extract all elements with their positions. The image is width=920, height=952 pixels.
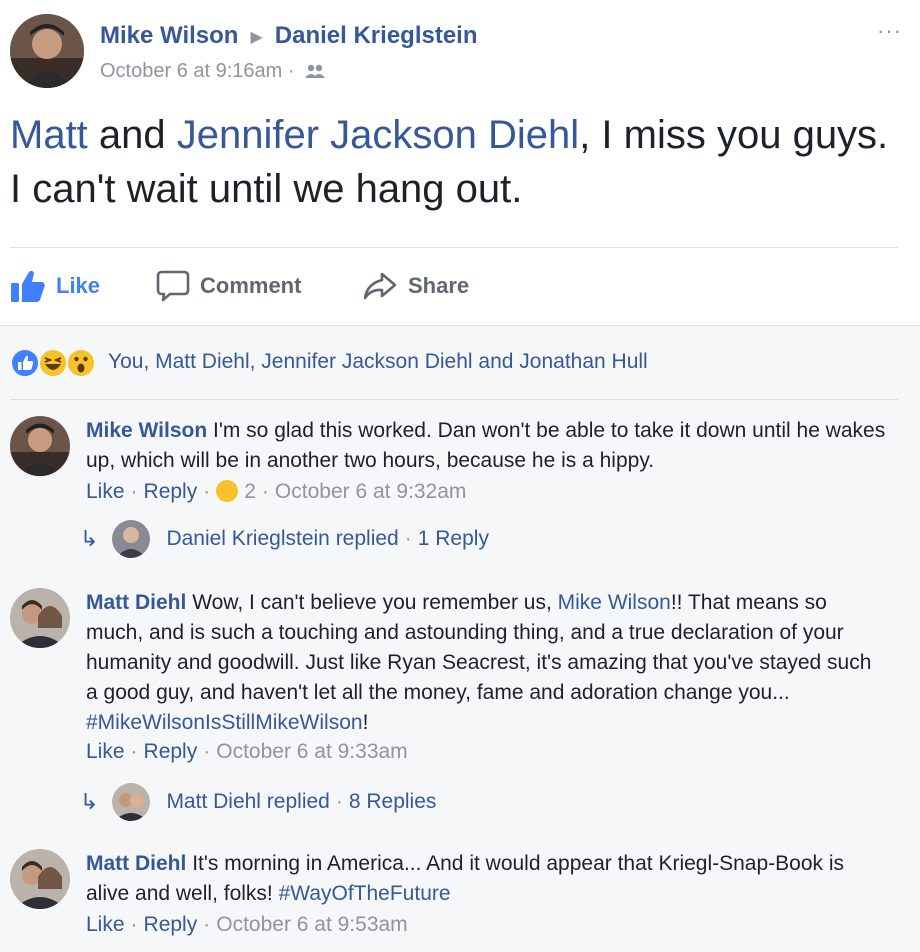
comment-text: ! (362, 711, 369, 734)
reply-count: 8 Replies (348, 790, 437, 813)
post-text: Matt and Jennifer Jackson Diehl, I miss … (10, 108, 900, 216)
author-line: Mike Wilson ▶ Daniel Krieglstein (100, 22, 478, 50)
wow-icon (66, 348, 96, 378)
divider (10, 399, 898, 400)
comment-label: Comment (200, 273, 302, 298)
post-meta: October 6 at 9:16am · (100, 60, 326, 85)
like-label: Like (56, 273, 101, 298)
comments-section: You, Matt Diehl, Jennifer Jackson Diehl … (0, 325, 920, 952)
target-name[interactable]: Daniel Krieglstein (275, 22, 478, 49)
divider (10, 247, 898, 248)
reply-arrow-icon: ↳ (80, 526, 99, 551)
comment-timestamp[interactable]: October 6 at 9:32am (275, 480, 466, 503)
arrow-right-icon: ▶ (250, 28, 263, 46)
reply-arrow-icon: ↳ (80, 789, 99, 814)
comment-like-link[interactable]: Like (86, 480, 125, 503)
hashtag-link[interactable]: #WayOfTheFuture (279, 882, 451, 905)
reaction-count[interactable]: 2 (244, 480, 256, 503)
thumbs-up-icon (11, 270, 45, 302)
more-options-icon[interactable]: ··· (877, 18, 902, 44)
like-button[interactable]: Like (10, 262, 100, 310)
avatar (112, 520, 151, 558)
avatar[interactable] (10, 588, 70, 648)
comment-like-link[interactable]: Like (86, 740, 125, 763)
mention-matt[interactable]: Matt (10, 113, 88, 157)
comment-text: It's morning in America... And it would … (86, 852, 845, 905)
mention-mike-wilson[interactable]: Mike Wilson (558, 591, 671, 614)
avatar[interactable] (10, 416, 70, 476)
comment-like-link[interactable]: Like (86, 913, 125, 936)
hashtag-link[interactable]: #MikeWilsonIsStillMikeWilson (86, 711, 363, 734)
meta-separator: · (287, 60, 295, 82)
share-icon (363, 272, 397, 300)
author-name[interactable]: Mike Wilson (100, 22, 238, 49)
post-actions: Like Comment Share (10, 262, 900, 310)
comment-icon (156, 270, 190, 302)
friends-audience-icon[interactable] (304, 62, 326, 85)
comment-body: Matt Diehl Wow, I can't believe you reme… (86, 588, 886, 738)
comment-reply-link[interactable]: Reply (144, 740, 198, 763)
reaction-icons (10, 346, 100, 378)
avatar[interactable] (10, 849, 70, 909)
replies-link[interactable]: ↳ Daniel Krieglstein replied · 1 Reply (80, 520, 489, 558)
comment-timestamp[interactable]: October 6 at 9:33am (216, 740, 407, 763)
comment-reply-link[interactable]: Reply (144, 480, 198, 503)
comment-author[interactable]: Matt Diehl (86, 852, 186, 875)
comment-reply-link[interactable]: Reply (144, 913, 198, 936)
replies-link[interactable]: ↳ Matt Diehl replied · 8 Replies (80, 783, 437, 821)
avatar (112, 783, 151, 821)
haha-icon (216, 480, 239, 502)
comment-text: Wow, I can't believe you remember us, (192, 591, 558, 614)
comment-body: Mike Wilson I'm so glad this worked. Dan… (86, 416, 886, 476)
mention-jennifer[interactable]: Jennifer Jackson Diehl (177, 113, 579, 157)
comment-body: Matt Diehl It's morning in America... An… (86, 849, 886, 909)
comment-author[interactable]: Matt Diehl (86, 591, 186, 614)
post-text-and: and (87, 113, 177, 157)
share-button[interactable]: Share (362, 262, 469, 310)
comment-actions: Like · Reply · October 6 at 9:53am (86, 913, 408, 936)
comment-actions: Like · Reply · 2 · October 6 at 9:32am (86, 480, 467, 503)
comment-button[interactable]: Comment (156, 262, 301, 310)
reactions-text[interactable]: You, Matt Diehl, Jennifer Jackson Diehl … (108, 350, 648, 374)
like-icon (10, 348, 40, 378)
comment-actions: Like · Reply · October 6 at 9:33am (86, 740, 408, 763)
author-avatar[interactable] (10, 14, 84, 88)
post-timestamp[interactable]: October 6 at 9:16am (100, 60, 282, 82)
post-header: Mike Wilson ▶ Daniel Krieglstein October 6… (10, 14, 910, 94)
replier-name: Daniel Krieglstein replied (166, 527, 399, 550)
reactions-summary[interactable]: You, Matt Diehl, Jennifer Jackson Diehl … (10, 346, 648, 378)
share-label: Share (408, 273, 470, 298)
replier-name: Matt Diehl replied (166, 790, 330, 813)
haha-icon (38, 348, 68, 378)
comment-author[interactable]: Mike Wilson (86, 419, 207, 442)
reply-count: 1 Reply (417, 527, 489, 550)
comment-timestamp[interactable]: October 6 at 9:53am (216, 913, 407, 936)
